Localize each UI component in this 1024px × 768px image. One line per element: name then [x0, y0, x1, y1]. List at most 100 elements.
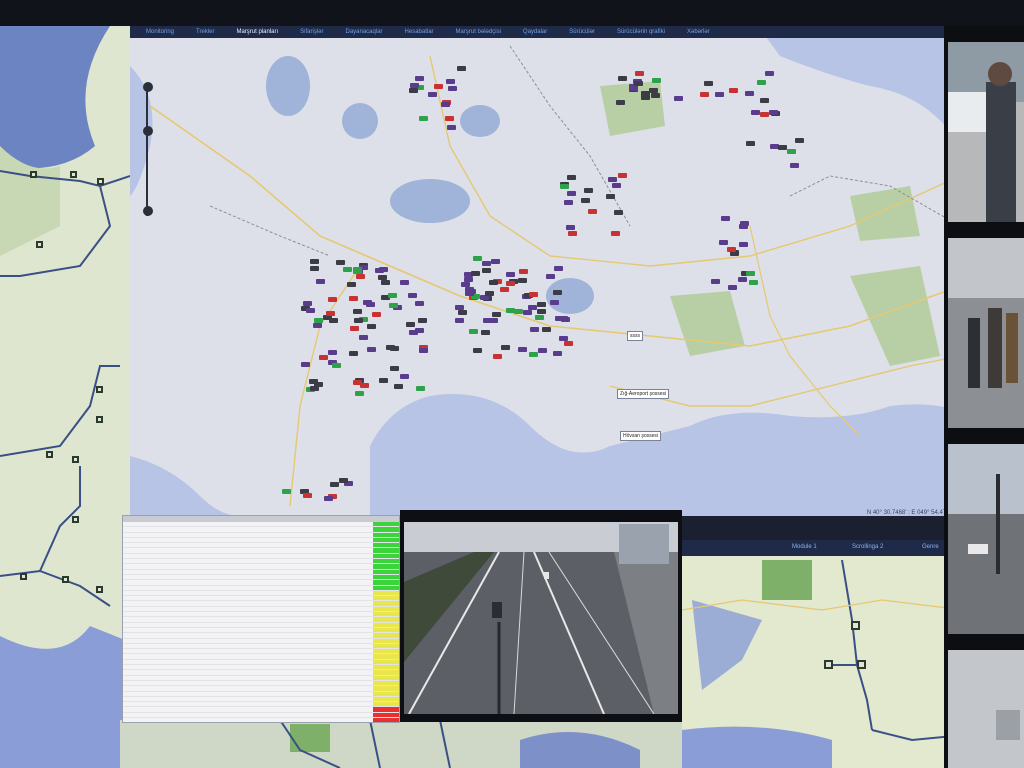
vehicle-marker[interactable]: [564, 200, 573, 205]
vehicle-marker[interactable]: [355, 391, 364, 396]
vehicle-marker[interactable]: [473, 256, 482, 261]
vehicle-marker[interactable]: [634, 81, 643, 86]
vehicle-marker[interactable]: [740, 221, 749, 226]
vehicle-marker[interactable]: [386, 345, 395, 350]
vehicle-marker[interactable]: [418, 318, 427, 323]
vehicle-marker[interactable]: [446, 79, 455, 84]
vehicle-marker[interactable]: [514, 309, 523, 314]
vehicle-marker[interactable]: [500, 287, 509, 292]
vehicle-marker[interactable]: [389, 303, 398, 308]
vehicle-marker[interactable]: [641, 91, 650, 96]
vehicle-marker[interactable]: [529, 292, 538, 297]
vehicle-marker[interactable]: [769, 110, 778, 115]
vehicle-marker[interactable]: [518, 347, 527, 352]
vehicle-marker[interactable]: [349, 296, 358, 301]
vehicle-marker[interactable]: [700, 92, 709, 97]
menu-item[interactable]: Qaydalar: [523, 29, 547, 35]
vehicle-marker[interactable]: [528, 305, 537, 310]
vehicle-marker[interactable]: [493, 354, 502, 359]
vehicle-marker[interactable]: [471, 271, 480, 276]
vehicle-marker[interactable]: [367, 347, 376, 352]
vehicle-marker[interactable]: [406, 322, 415, 327]
vehicle-marker[interactable]: [614, 210, 623, 215]
stop-marker[interactable]: [96, 416, 103, 423]
vehicle-marker[interactable]: [313, 323, 322, 328]
vehicle-marker[interactable]: [353, 309, 362, 314]
vehicle-marker[interactable]: [728, 285, 737, 290]
menu-item[interactable]: Xəbərlər: [687, 29, 710, 35]
vehicle-marker[interactable]: [415, 328, 424, 333]
vehicle-marker[interactable]: [616, 100, 625, 105]
vehicle-marker[interactable]: [324, 496, 333, 501]
vehicle-marker[interactable]: [303, 493, 312, 498]
menu-item-active[interactable]: Marşrut planları: [236, 29, 278, 35]
vehicle-marker[interactable]: [550, 300, 559, 305]
vehicle-marker[interactable]: [674, 96, 683, 101]
vehicle-marker[interactable]: [506, 308, 515, 313]
vehicle-marker[interactable]: [567, 191, 576, 196]
vehicle-marker[interactable]: [410, 83, 419, 88]
vehicle-marker[interactable]: [473, 348, 482, 353]
vehicle-marker[interactable]: [408, 293, 417, 298]
stop-marker[interactable]: [36, 241, 43, 248]
vehicle-marker[interactable]: [746, 141, 755, 146]
vehicle-marker[interactable]: [367, 324, 376, 329]
vehicle-marker[interactable]: [343, 267, 352, 272]
vehicle-marker[interactable]: [608, 177, 617, 182]
menu-item[interactable]: Dayanacaqlar: [346, 29, 383, 35]
vehicle-marker[interactable]: [441, 102, 450, 107]
vehicle-marker[interactable]: [738, 277, 747, 282]
vehicle-marker[interactable]: [649, 88, 658, 93]
vehicle-marker[interactable]: [542, 327, 551, 332]
vehicle-marker[interactable]: [445, 116, 454, 121]
vehicle-marker[interactable]: [537, 302, 546, 307]
vehicle-marker[interactable]: [506, 281, 515, 286]
table-row[interactable]: [123, 717, 399, 722]
fleet-map[interactable]: Monitoring Trekler Marşrut planları Sifa…: [130, 26, 960, 516]
vehicle-marker[interactable]: [535, 315, 544, 320]
vehicle-marker[interactable]: [727, 247, 736, 252]
status-table[interactable]: [122, 515, 400, 723]
toolbar-item[interactable]: Genre: [922, 544, 939, 550]
stop-marker[interactable]: [72, 516, 79, 523]
vehicle-marker[interactable]: [310, 266, 319, 271]
vehicle-marker[interactable]: [483, 318, 492, 323]
vehicle-marker[interactable]: [326, 311, 335, 316]
zoom-in-icon[interactable]: [143, 82, 153, 92]
vehicle-marker[interactable]: [652, 78, 661, 83]
vehicle-marker[interactable]: [757, 80, 766, 85]
vehicle-marker[interactable]: [416, 386, 425, 391]
menu-item[interactable]: Trekler: [196, 29, 214, 35]
vehicle-marker[interactable]: [332, 363, 341, 368]
vehicle-marker[interactable]: [359, 335, 368, 340]
vehicle-marker[interactable]: [306, 308, 315, 313]
vehicle-marker[interactable]: [538, 348, 547, 353]
vehicle-marker[interactable]: [328, 350, 337, 355]
vehicle-marker[interactable]: [518, 278, 527, 283]
vehicle-marker[interactable]: [428, 92, 437, 97]
vehicle-marker[interactable]: [461, 282, 470, 287]
zoom-slider[interactable]: [143, 82, 153, 216]
vehicle-marker[interactable]: [481, 330, 490, 335]
vehicle-marker[interactable]: [523, 310, 532, 315]
stop-marker[interactable]: [70, 171, 77, 178]
vehicle-marker[interactable]: [482, 268, 491, 273]
vehicle-marker[interactable]: [485, 291, 494, 296]
vehicle-marker[interactable]: [618, 173, 627, 178]
vehicle-marker[interactable]: [353, 267, 362, 272]
vehicle-marker[interactable]: [457, 66, 466, 71]
vehicle-marker[interactable]: [729, 88, 738, 93]
camera-tile[interactable]: [948, 444, 1024, 634]
vehicle-marker[interactable]: [491, 259, 500, 264]
vehicle-marker[interactable]: [375, 268, 384, 273]
vehicle-marker[interactable]: [400, 374, 409, 379]
traffic-camera-feed[interactable]: [400, 510, 682, 722]
vehicle-marker[interactable]: [301, 362, 310, 367]
vehicle-marker[interactable]: [749, 280, 758, 285]
vehicle-marker[interactable]: [379, 378, 388, 383]
vehicle-marker[interactable]: [330, 482, 339, 487]
vehicle-marker[interactable]: [629, 86, 638, 91]
vehicle-marker[interactable]: [415, 301, 424, 306]
vehicle-marker[interactable]: [760, 98, 769, 103]
vehicle-marker[interactable]: [455, 318, 464, 323]
